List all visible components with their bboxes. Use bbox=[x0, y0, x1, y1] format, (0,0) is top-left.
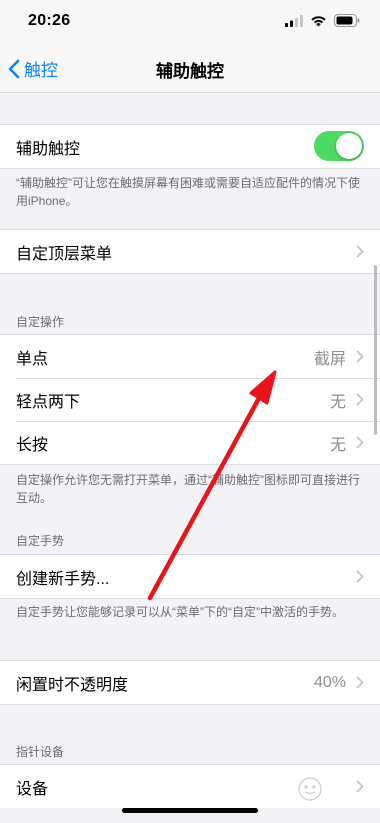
assistive-touch-footer: “辅助触控”可让您在触摸屏幕有困难或需要自适应配件的情况下使用iPhone。 bbox=[16, 176, 360, 208]
double-tap-row[interactable]: 轻点两下 无 bbox=[0, 378, 380, 421]
double-tap-label: 轻点两下 bbox=[16, 393, 81, 411]
custom-gestures-group: 创建新手势... bbox=[0, 554, 380, 599]
customize-top-menu-label: 自定顶层菜单 bbox=[16, 245, 113, 263]
customize-top-menu-row[interactable]: 自定顶层菜单 bbox=[0, 230, 380, 273]
long-press-value: 无 bbox=[329, 436, 346, 454]
toggle-knob bbox=[336, 133, 362, 159]
navigation-bar: 触控 辅助触控 bbox=[0, 44, 380, 93]
chevron-right-icon bbox=[356, 245, 364, 258]
chevron-right-icon bbox=[356, 436, 364, 449]
assistive-touch-group: 辅助触控 bbox=[0, 124, 380, 169]
wifi-icon bbox=[311, 15, 326, 26]
create-new-gesture-row[interactable]: 创建新手势... bbox=[0, 555, 380, 598]
home-indicator[interactable] bbox=[122, 808, 258, 813]
watermark-logo bbox=[298, 777, 322, 801]
custom-gestures-footer: 自定手势让您能够记录可以从“菜单”下的“自定”中激活的手势。 bbox=[16, 605, 344, 619]
create-new-gesture-label: 创建新手势... bbox=[16, 570, 110, 588]
devices-label: 设备 bbox=[16, 780, 49, 798]
chevron-right-icon bbox=[356, 350, 364, 363]
status-bar: 20:26 bbox=[0, 0, 380, 44]
status-icons bbox=[285, 14, 360, 27]
single-tap-value: 截屏 bbox=[313, 350, 346, 368]
battery-icon bbox=[334, 14, 360, 27]
long-press-label: 长按 bbox=[16, 436, 49, 454]
scroll-indicator[interactable] bbox=[374, 265, 377, 435]
idle-opacity-value: 40% bbox=[313, 673, 346, 691]
page-title: 辅助触控 bbox=[156, 62, 224, 81]
long-press-row[interactable]: 长按 无 bbox=[0, 421, 380, 464]
assistive-touch-toggle[interactable] bbox=[314, 131, 364, 161]
status-time: 20:26 bbox=[28, 12, 71, 29]
custom-actions-header: 自定操作 bbox=[16, 315, 65, 329]
assistive-touch-row: 辅助触控 bbox=[0, 125, 380, 168]
pointer-devices-header: 指针设备 bbox=[16, 745, 65, 759]
idle-opacity-group: 闲置时不透明度 40% bbox=[0, 660, 380, 705]
chevron-right-icon bbox=[356, 393, 364, 406]
custom-actions-footer: 自定操作允许您无需打开菜单，通过“辅助触控”图标即可直接进行互动。 bbox=[16, 473, 360, 505]
cellular-signal-icon bbox=[285, 14, 303, 27]
idle-opacity-row[interactable]: 闲置时不透明度 40% bbox=[0, 661, 380, 704]
single-tap-row[interactable]: 单点 截屏 bbox=[0, 335, 380, 378]
chevron-right-icon bbox=[356, 676, 364, 689]
top-menu-group: 自定顶层菜单 bbox=[0, 229, 380, 274]
custom-gestures-header: 自定手势 bbox=[16, 534, 65, 548]
idle-opacity-label: 闲置时不透明度 bbox=[16, 676, 129, 694]
custom-actions-group: 单点 截屏 轻点两下 无 长按 无 bbox=[0, 334, 380, 465]
chevron-right-icon bbox=[356, 570, 364, 583]
double-tap-value: 无 bbox=[329, 393, 346, 411]
chevron-right-icon bbox=[356, 780, 364, 793]
assistive-touch-label: 辅助触控 bbox=[16, 140, 81, 158]
single-tap-label: 单点 bbox=[16, 350, 49, 368]
